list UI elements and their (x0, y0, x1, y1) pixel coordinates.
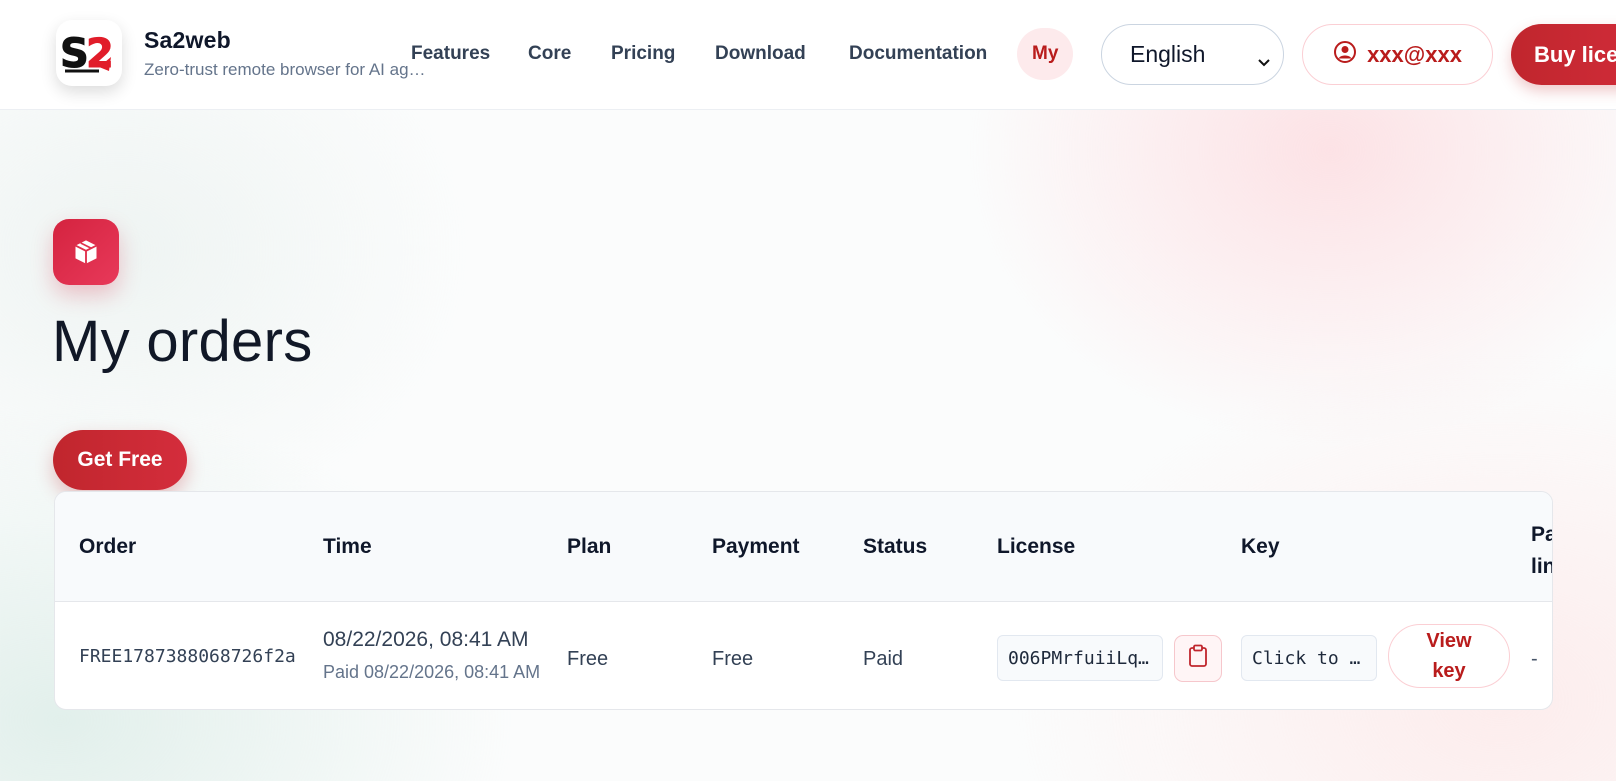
pay-link-header-line2: link (1531, 555, 1552, 578)
svg-text:2: 2 (86, 31, 114, 75)
clipboard-icon (1187, 644, 1209, 673)
nav-core[interactable]: Core (528, 30, 571, 78)
license-field[interactable]: 006PMrfuiiLqXk (997, 635, 1163, 681)
column-header-key: Key (1241, 535, 1280, 558)
view-key-button[interactable]: View key (1388, 624, 1510, 688)
view-key-line2: key (1432, 660, 1466, 682)
column-header-order: Order (79, 535, 137, 558)
license-value: 006PMrfuiiLqXk (1008, 647, 1152, 669)
buy-license-button[interactable]: Buy license (1511, 24, 1616, 85)
column-header-status: Status (863, 535, 928, 558)
package-icon (53, 219, 119, 285)
svg-text:S: S (60, 31, 89, 75)
paid-time: Paid 08/22/2026, 08:41 AM (323, 662, 541, 682)
language-value: English (1130, 41, 1206, 67)
order-id: FREE1787388068726f2a (79, 646, 296, 667)
sa2web-logo[interactable]: S 2 (56, 20, 122, 86)
brand[interactable]: S 2 Sa2web Zero-trust remote browser for… (56, 20, 426, 86)
column-header-pay-link: Pay link (1531, 519, 1552, 583)
order-time: 08/22/2026, 08:41 AM (323, 628, 529, 651)
column-header-time: Time (323, 535, 372, 558)
nav-pricing[interactable]: Pricing (611, 30, 675, 78)
top-header: S 2 Sa2web Zero-trust remote browser for… (0, 0, 1616, 110)
order-plan: Free (567, 648, 609, 670)
column-header-license: License (997, 535, 1076, 558)
order-status: Paid (863, 648, 904, 670)
chevron-down-icon (1257, 47, 1271, 74)
key-value: Click to view (1252, 647, 1366, 669)
orders-table: Order Time Plan Payment Status License K… (54, 491, 1553, 710)
user-circle-icon (1333, 40, 1357, 70)
brand-name: Sa2web (144, 26, 231, 53)
page-title: My orders (52, 309, 313, 374)
get-free-button[interactable]: Get Free (53, 430, 187, 490)
nav-download[interactable]: Download (715, 30, 806, 78)
table-row: FREE1787388068726f2a 08/22/2026, 08:41 A… (55, 602, 1552, 709)
view-key-line1: View (1426, 630, 1472, 652)
brand-tagline: Zero-trust remote browser for AI agents (144, 59, 426, 79)
key-field[interactable]: Click to view (1241, 635, 1377, 681)
order-payment: Free (712, 648, 754, 670)
copy-license-button[interactable] (1174, 635, 1222, 682)
nav-features[interactable]: Features (411, 30, 490, 78)
pay-link-value: - (1531, 648, 1538, 670)
column-header-payment: Payment (712, 535, 800, 558)
table-header: Order Time Plan Payment Status License K… (55, 492, 1552, 602)
language-select[interactable]: English (1101, 24, 1284, 85)
nav-documentation[interactable]: Documentation (849, 30, 987, 78)
user-email: xxx@xxx (1367, 41, 1462, 67)
user-account-button[interactable]: xxx@xxx (1302, 24, 1493, 85)
column-header-plan: Plan (567, 535, 612, 558)
nav-my[interactable]: My (1017, 28, 1074, 80)
pay-link-header-line1: Pay (1531, 523, 1552, 546)
